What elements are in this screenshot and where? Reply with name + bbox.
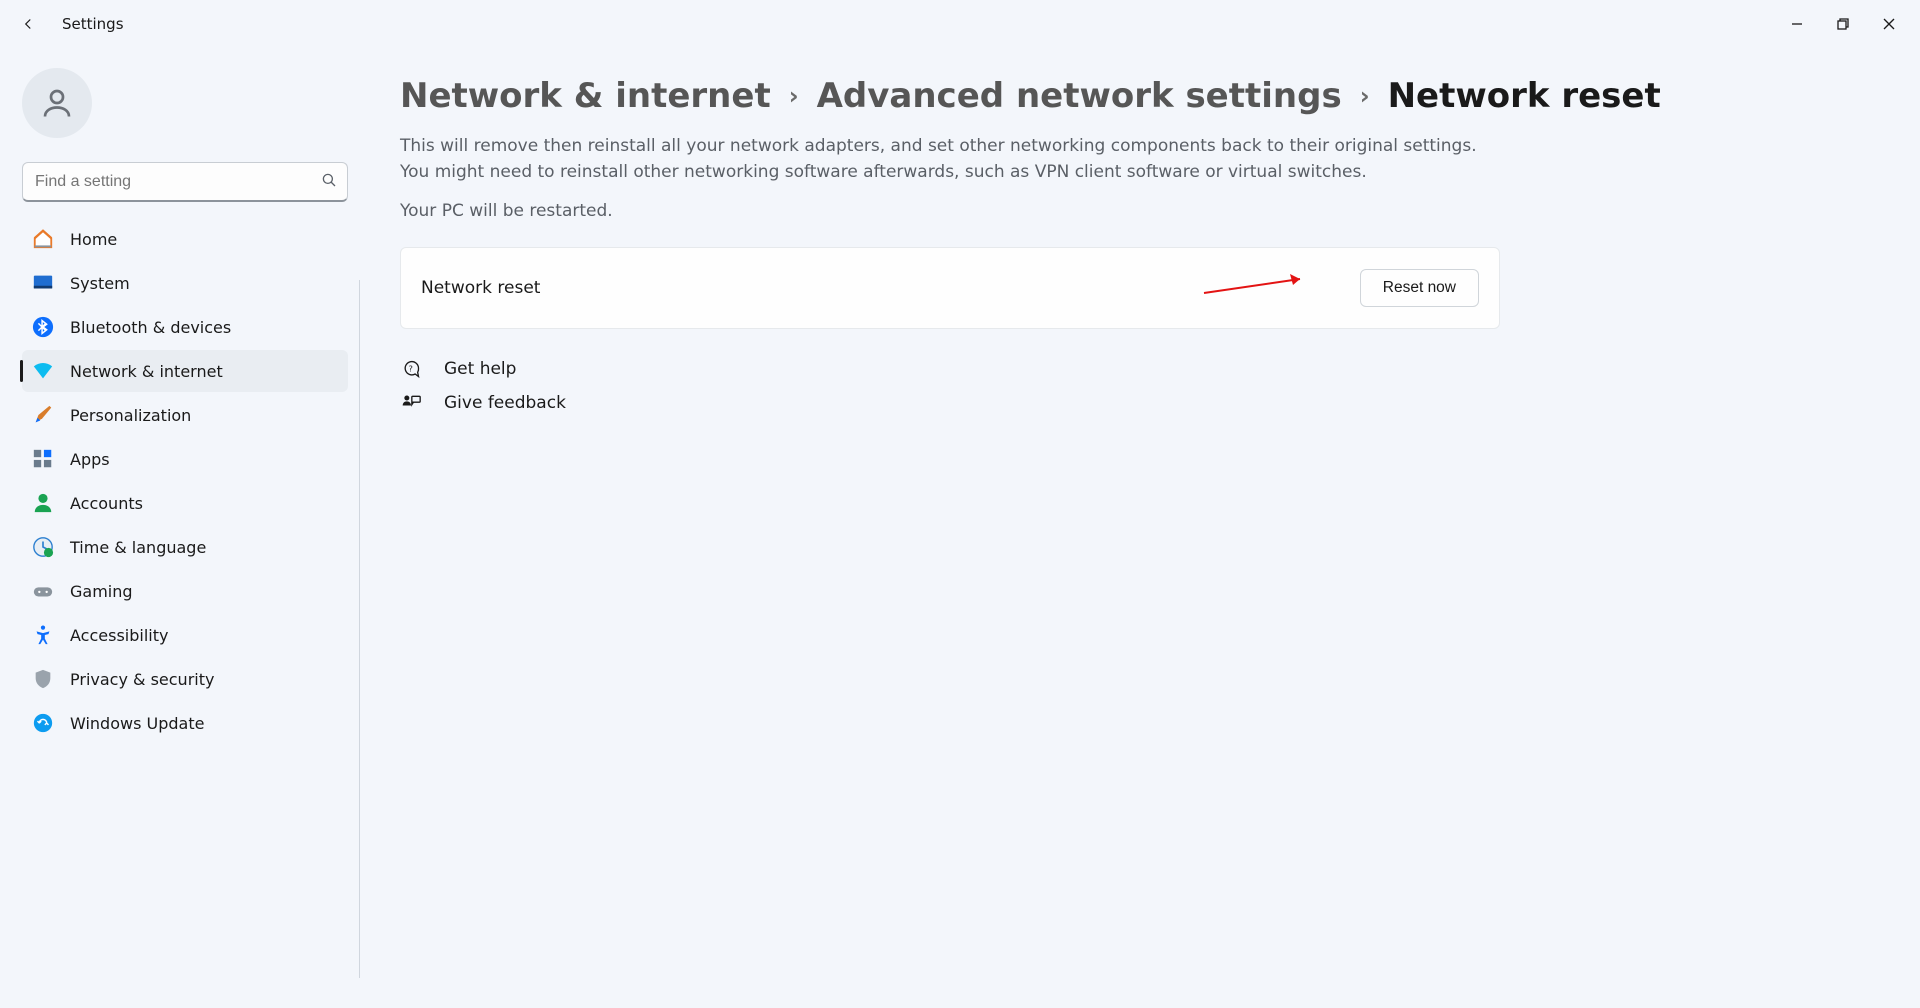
breadcrumb-link-advanced[interactable]: Advanced network settings <box>817 76 1342 116</box>
breadcrumb-current: Network reset <box>1388 76 1661 116</box>
bluetooth-icon <box>32 316 54 338</box>
window-title: Settings <box>62 15 124 33</box>
user-icon <box>39 85 75 121</box>
sidebar-item-label: Network & internet <box>70 362 223 381</box>
sidebar-item-label: Accounts <box>70 494 143 513</box>
minimize-button[interactable] <box>1774 8 1820 40</box>
sidebar-item-label: Personalization <box>70 406 191 425</box>
search-box[interactable] <box>22 162 348 202</box>
feedback-icon <box>400 393 422 413</box>
avatar[interactable] <box>22 68 92 138</box>
sidebar: Home System Bluetooth & devices Network … <box>0 48 360 1008</box>
give-feedback-link[interactable]: Give feedback <box>400 393 1880 413</box>
sidebar-item-network[interactable]: Network & internet <box>22 350 348 392</box>
sidebar-item-privacy[interactable]: Privacy & security <box>22 658 348 700</box>
apps-icon <box>32 448 54 470</box>
description-text: This will remove then reinstall all your… <box>400 134 1480 185</box>
sidebar-item-time-language[interactable]: Time & language <box>22 526 348 568</box>
sidebar-item-label: Time & language <box>70 538 206 557</box>
sidebar-item-accounts[interactable]: Accounts <box>22 482 348 524</box>
help-icon: ? <box>400 359 422 379</box>
card-label: Network reset <box>421 278 540 298</box>
minimize-icon <box>1791 18 1803 30</box>
main-content: Network & internet › Advanced network se… <box>360 48 1920 1008</box>
sidebar-item-label: Accessibility <box>70 626 168 645</box>
svg-text:?: ? <box>409 363 413 373</box>
back-button[interactable] <box>8 4 48 44</box>
shield-icon <box>32 668 54 690</box>
breadcrumb-link-network[interactable]: Network & internet <box>400 76 771 116</box>
home-icon <box>32 228 54 250</box>
get-help-label: Get help <box>444 359 516 379</box>
sidebar-item-label: Apps <box>70 450 110 469</box>
sidebar-item-system[interactable]: System <box>22 262 348 304</box>
gamepad-icon <box>32 580 54 602</box>
back-arrow-icon <box>19 15 37 33</box>
clock-globe-icon <box>32 536 54 558</box>
close-icon <box>1883 18 1895 30</box>
restart-note-text: Your PC will be restarted. <box>400 199 1480 225</box>
sidebar-item-label: Bluetooth & devices <box>70 318 231 337</box>
maximize-icon <box>1837 18 1849 30</box>
sidebar-item-apps[interactable]: Apps <box>22 438 348 480</box>
search-input[interactable] <box>22 162 348 202</box>
accessibility-icon <box>32 624 54 646</box>
sidebar-item-label: Privacy & security <box>70 670 214 689</box>
chevron-right-icon: › <box>1360 82 1370 110</box>
system-icon <box>32 272 54 294</box>
nav-list: Home System Bluetooth & devices Network … <box>22 218 348 744</box>
wifi-icon <box>32 360 54 382</box>
sidebar-item-label: Gaming <box>70 582 133 601</box>
search-icon <box>320 171 338 193</box>
sidebar-item-bluetooth[interactable]: Bluetooth & devices <box>22 306 348 348</box>
sidebar-item-label: System <box>70 274 130 293</box>
sidebar-item-windows-update[interactable]: Windows Update <box>22 702 348 744</box>
sidebar-item-label: Home <box>70 230 117 249</box>
person-icon <box>32 492 54 514</box>
breadcrumb: Network & internet › Advanced network se… <box>400 76 1880 116</box>
maximize-button[interactable] <box>1820 8 1866 40</box>
give-feedback-label: Give feedback <box>444 393 566 413</box>
title-bar: Settings <box>0 0 1920 48</box>
chevron-right-icon: › <box>789 82 799 110</box>
sidebar-item-personalization[interactable]: Personalization <box>22 394 348 436</box>
sidebar-item-home[interactable]: Home <box>22 218 348 260</box>
sidebar-item-label: Windows Update <box>70 714 204 733</box>
paintbrush-icon <box>32 404 54 426</box>
network-reset-card: Network reset Reset now <box>400 247 1500 329</box>
close-button[interactable] <box>1866 8 1912 40</box>
sidebar-divider <box>359 280 360 978</box>
sidebar-item-gaming[interactable]: Gaming <box>22 570 348 612</box>
reset-now-button[interactable]: Reset now <box>1360 269 1479 307</box>
update-icon <box>32 712 54 734</box>
get-help-link[interactable]: ? Get help <box>400 359 1880 379</box>
sidebar-item-accessibility[interactable]: Accessibility <box>22 614 348 656</box>
